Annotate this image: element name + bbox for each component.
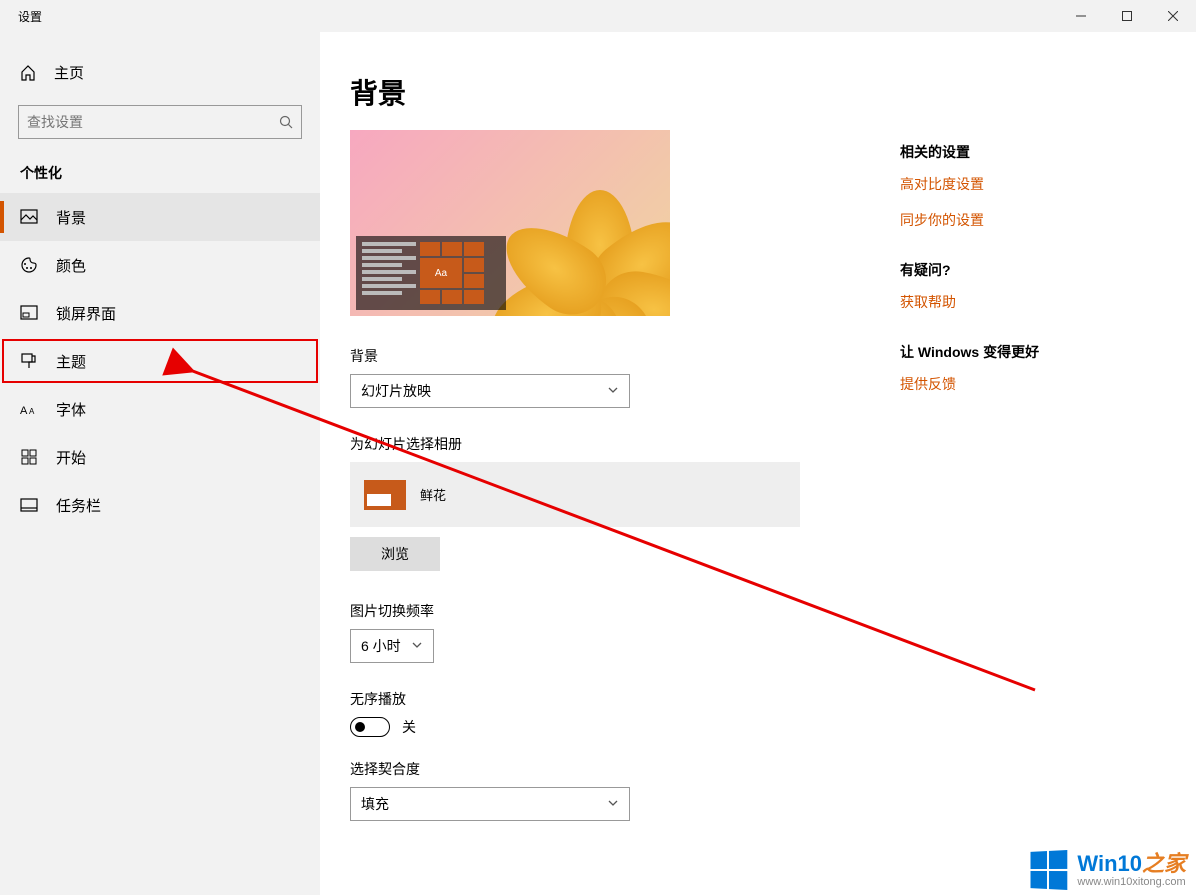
- search-input-wrap[interactable]: [18, 105, 302, 139]
- palette-icon: [20, 256, 38, 274]
- flower-decoration: [480, 130, 670, 316]
- dropdown-value: 6 小时: [361, 636, 401, 656]
- home-icon: [20, 65, 36, 81]
- watermark-url: www.win10xitong.com: [1077, 876, 1185, 888]
- sidebar-item-label: 背景: [56, 207, 86, 228]
- close-button[interactable]: [1150, 0, 1196, 32]
- shuffle-toggle[interactable]: [350, 717, 390, 737]
- dropdown-value: 幻灯片放映: [361, 381, 431, 401]
- window-controls: [1058, 0, 1196, 32]
- font-icon: AA: [20, 400, 38, 418]
- background-preview: Aa: [350, 130, 670, 316]
- sidebar-item-start[interactable]: 开始: [0, 433, 320, 481]
- chevron-down-icon: [607, 383, 619, 399]
- picture-icon: [20, 208, 38, 226]
- album-name: 鲜花: [420, 485, 446, 504]
- sidebar-item-themes[interactable]: 主题: [0, 337, 320, 385]
- shuffle-state: 关: [402, 717, 416, 737]
- link-high-contrast[interactable]: 高对比度设置: [900, 174, 1140, 194]
- search-icon: [279, 113, 293, 131]
- shuffle-label: 无序播放: [350, 689, 1196, 709]
- improve-header: 让 Windows 变得更好: [900, 342, 1140, 362]
- fit-dropdown[interactable]: 填充: [350, 787, 630, 821]
- main-content: 背景 Aa: [320, 32, 1196, 895]
- album-label: 为幻灯片选择相册: [350, 434, 1196, 454]
- interval-dropdown[interactable]: 6 小时: [350, 629, 434, 663]
- link-feedback[interactable]: 提供反馈: [900, 374, 1140, 394]
- related-links: 相关的设置 高对比度设置 同步你的设置 有疑问? 获取帮助 让 Windows …: [900, 94, 1140, 410]
- taskbar-icon: [20, 496, 38, 514]
- preview-aa-tile: Aa: [420, 258, 462, 288]
- interval-label: 图片切换频率: [350, 601, 1196, 621]
- sidebar-item-label: 锁屏界面: [56, 303, 116, 324]
- search-input[interactable]: [27, 114, 279, 130]
- sidebar-item-label: 任务栏: [56, 495, 101, 516]
- sidebar-item-background[interactable]: 背景: [0, 193, 320, 241]
- sidebar-item-label: 开始: [56, 447, 86, 468]
- dropdown-value: 填充: [361, 794, 389, 814]
- home-link[interactable]: 主页: [0, 52, 320, 93]
- link-get-help[interactable]: 获取帮助: [900, 292, 1140, 312]
- watermark-brand: Win10: [1077, 851, 1142, 876]
- chevron-down-icon: [607, 796, 619, 812]
- maximize-button[interactable]: [1104, 0, 1150, 32]
- paint-icon: [20, 352, 38, 370]
- browse-button[interactable]: 浏览: [350, 537, 440, 571]
- sidebar-item-fonts[interactable]: AA 字体: [0, 385, 320, 433]
- lockscreen-icon: [20, 304, 38, 322]
- preview-start-menu: Aa: [356, 236, 506, 310]
- related-settings-header: 相关的设置: [900, 142, 1140, 162]
- background-type-dropdown[interactable]: 幻灯片放映: [350, 374, 630, 408]
- question-header: 有疑问?: [900, 260, 1140, 280]
- category-header: 个性化: [0, 139, 320, 193]
- watermark-suffix: 之家: [1142, 851, 1186, 876]
- fit-label: 选择契合度: [350, 759, 1196, 779]
- sidebar-item-taskbar[interactable]: 任务栏: [0, 481, 320, 529]
- chevron-down-icon: [411, 638, 423, 654]
- link-sync-settings[interactable]: 同步你的设置: [900, 210, 1140, 230]
- sidebar-item-label: 主题: [56, 351, 86, 372]
- watermark: Win10之家 www.win10xitong.com: [1029, 851, 1186, 889]
- folder-icon: [364, 480, 406, 510]
- sidebar-item-lockscreen[interactable]: 锁屏界面: [0, 289, 320, 337]
- home-label: 主页: [54, 62, 84, 83]
- album-selection[interactable]: 鲜花: [350, 462, 800, 527]
- window-title: 设置: [0, 8, 42, 25]
- svg-text:A: A: [20, 405, 28, 416]
- svg-text:A: A: [29, 407, 35, 416]
- minimize-button[interactable]: [1058, 0, 1104, 32]
- start-icon: [20, 448, 38, 466]
- windows-logo-icon: [1031, 850, 1068, 890]
- sidebar: 主页 个性化 背景 颜色 锁屏界面 主题 AA 字体 开始: [0, 32, 320, 895]
- titlebar: 设置: [0, 0, 1196, 32]
- sidebar-item-label: 颜色: [56, 255, 86, 276]
- sidebar-item-label: 字体: [56, 399, 86, 420]
- sidebar-item-colors[interactable]: 颜色: [0, 241, 320, 289]
